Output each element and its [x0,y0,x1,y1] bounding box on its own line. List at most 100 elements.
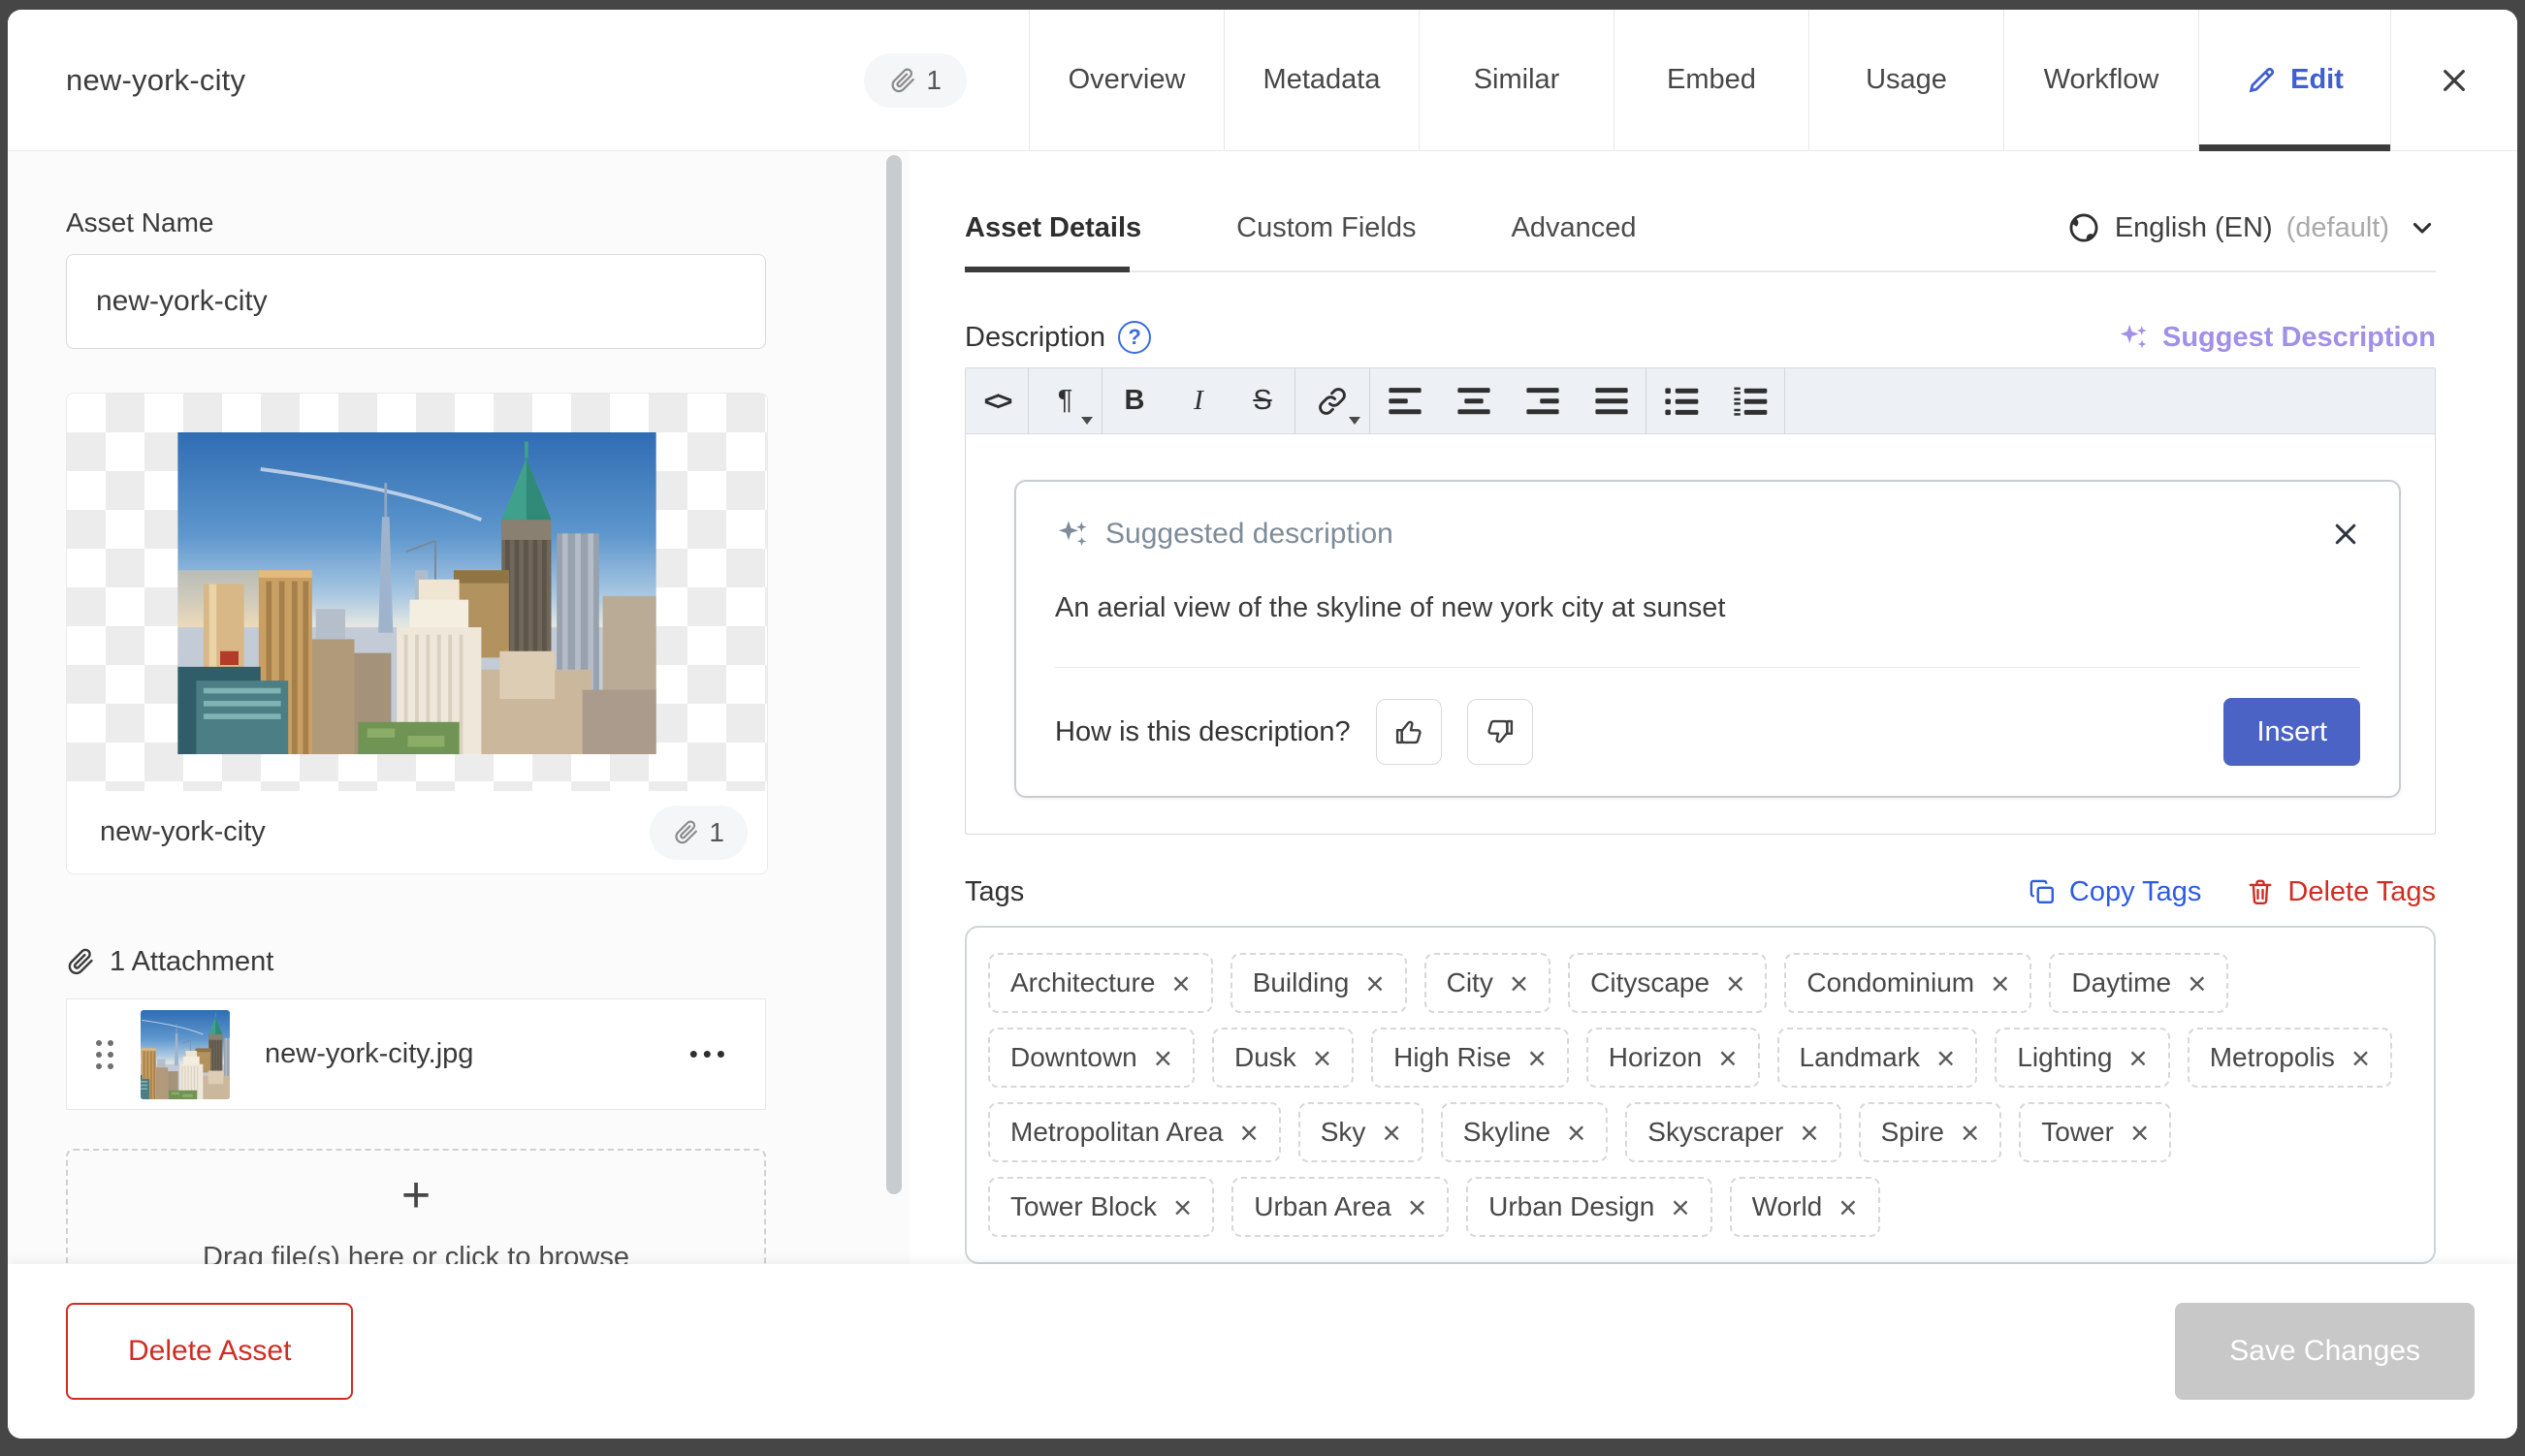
tag-remove-icon[interactable]: × [2351,1042,2370,1074]
modal-footer: Delete Asset Save Changes [8,1264,2517,1439]
tag-chip[interactable]: Tower × [2019,1102,2172,1162]
align-right-button[interactable] [1508,368,1577,433]
thumbs-down-button[interactable] [1466,699,1533,765]
italic-button[interactable]: I [1167,368,1231,433]
language-selector[interactable]: English (EN) (default) [2066,205,2436,251]
attachment-row: new-york-city.jpg ••• [66,998,766,1110]
subtab-advanced[interactable]: Advanced [1511,212,1636,244]
tag-remove-icon[interactable]: × [1527,1042,1546,1074]
tag-chip[interactable]: Cityscape × [1568,953,1768,1013]
suggest-description-button[interactable]: Suggest Description [2117,321,2436,354]
tag-remove-icon[interactable]: × [1936,1042,1955,1074]
tag-label: World [1751,1191,1823,1221]
align-justify-button[interactable] [1577,368,1646,433]
tag-chip[interactable]: Lighting × [1995,1028,2170,1088]
strikethrough-button[interactable]: S [1231,368,1294,433]
tag-remove-icon[interactable]: × [2130,1117,2149,1149]
left-panel: Asset Name new-york-city 1 1 Attachment [8,151,880,1264]
tag-chip[interactable]: Horizon × [1585,1028,1760,1088]
header-tab[interactable]: Embed [1614,10,1808,150]
bullet-list-button[interactable] [1646,368,1715,433]
align-center-button[interactable] [1439,368,1508,433]
tag-chip[interactable]: Skyline × [1440,1102,1609,1162]
tag-remove-icon[interactable]: × [1567,1117,1585,1149]
tag-remove-icon[interactable]: × [1800,1117,1818,1149]
drag-handle[interactable] [96,1039,113,1069]
tag-remove-icon[interactable]: × [2188,967,2206,999]
tag-label: Metropolis [2209,1042,2335,1072]
plus-icon: + [400,1167,431,1223]
tag-remove-icon[interactable]: × [1671,1191,1689,1223]
attachment-thumbnail[interactable] [141,1009,230,1099]
tag-remove-icon[interactable]: × [1365,967,1384,999]
tag-remove-icon[interactable]: × [1239,1117,1258,1149]
tag-chip[interactable]: Spire × [1858,1102,2002,1162]
suggestion-close-button[interactable] [2331,520,2360,549]
tag-remove-icon[interactable]: × [1718,1042,1737,1074]
tag-label: City [1446,967,1493,997]
header-tab[interactable]: Overview [1029,10,1224,150]
tag-remove-icon[interactable]: × [1173,1191,1192,1223]
tag-chip[interactable]: Condominium × [1784,953,2032,1013]
tag-remove-icon[interactable]: × [2128,1042,2147,1074]
tag-chip[interactable]: Metropolitan Area × [988,1102,1281,1162]
save-changes-button[interactable]: Save Changes [2175,1303,2475,1400]
subtab-asset-details[interactable]: Asset Details [965,212,1141,244]
tag-remove-icon[interactable]: × [1171,967,1190,999]
header-tab[interactable]: Usage [1808,10,2003,150]
tag-chip[interactable]: Landmark × [1776,1028,1978,1088]
tag-chip[interactable]: Metropolis × [2187,1028,2393,1088]
copy-tags-button[interactable]: Copy Tags [2028,876,2201,908]
delete-asset-button[interactable]: Delete Asset [66,1303,354,1400]
tag-remove-icon[interactable]: × [1154,1042,1172,1074]
tag-chip[interactable]: Skyscraper × [1625,1102,1841,1162]
tag-chip[interactable]: Sky × [1297,1102,1423,1162]
help-icon[interactable]: ? [1118,321,1152,354]
tag-remove-icon[interactable]: × [1726,967,1744,999]
close-button[interactable] [2390,10,2517,150]
header-tab[interactable]: Workflow [2003,10,2198,150]
tab-edit[interactable]: Edit [2198,10,2390,151]
header-tab[interactable]: Metadata [1224,10,1419,150]
tag-chip[interactable]: City × [1423,953,1551,1013]
tag-label: Tower Block [1010,1191,1157,1221]
link-button[interactable] [1295,368,1369,433]
scrollbar-thumb[interactable] [886,155,902,1194]
tag-remove-icon[interactable]: × [1313,1042,1331,1074]
paragraph-format-button[interactable]: ¶ [1029,368,1102,433]
suggest-description-label: Suggest Description [2162,321,2436,353]
align-center-icon [1456,387,1490,414]
attachment-overflow-menu[interactable]: ••• [689,1039,730,1069]
align-left-icon [1388,387,1422,414]
asset-preview-image[interactable] [177,432,656,754]
asset-name-input[interactable] [66,254,766,349]
modal-header: new-york-city 1 Overview Metadata Simila… [8,10,2517,151]
tag-remove-icon[interactable]: × [1991,967,2009,999]
delete-tags-button[interactable]: Delete Tags [2246,876,2436,908]
tag-chip[interactable]: Tower Block × [988,1177,1215,1237]
tag-chip[interactable]: Dusk × [1212,1028,1355,1088]
tag-remove-icon[interactable]: × [1961,1117,1979,1149]
tag-remove-icon[interactable]: × [1838,1191,1857,1223]
tag-chip[interactable]: Downtown × [988,1028,1196,1088]
tag-chip[interactable]: Urban Area × [1231,1177,1450,1237]
subtab-custom-fields[interactable]: Custom Fields [1236,212,1416,244]
tag-chip[interactable]: World × [1729,1177,1880,1237]
thumbs-up-button[interactable] [1375,699,1442,765]
tag-remove-icon[interactable]: × [1408,1191,1426,1223]
file-dropzone[interactable]: + Drag file(s) here or click to browse [66,1149,766,1264]
tag-chip[interactable]: Building × [1230,953,1407,1013]
tag-chip[interactable]: Daytime × [2049,953,2229,1013]
header-tab[interactable]: Similar [1419,10,1614,150]
align-left-button[interactable] [1370,368,1439,433]
tag-remove-icon[interactable]: × [1382,1117,1400,1149]
tag-remove-icon[interactable]: × [1510,967,1528,999]
code-view-button[interactable]: <> [966,368,1028,433]
right-panel: Asset Details Custom Fields Advanced Eng… [910,151,2517,1264]
insert-button[interactable]: Insert [2223,698,2360,766]
tag-chip[interactable]: Urban Design × [1466,1177,1712,1237]
bold-button[interactable]: B [1103,368,1167,433]
tag-chip[interactable]: High Rise × [1371,1028,1569,1088]
ordered-list-button[interactable] [1715,368,1784,433]
tag-chip[interactable]: Architecture × [988,953,1213,1013]
